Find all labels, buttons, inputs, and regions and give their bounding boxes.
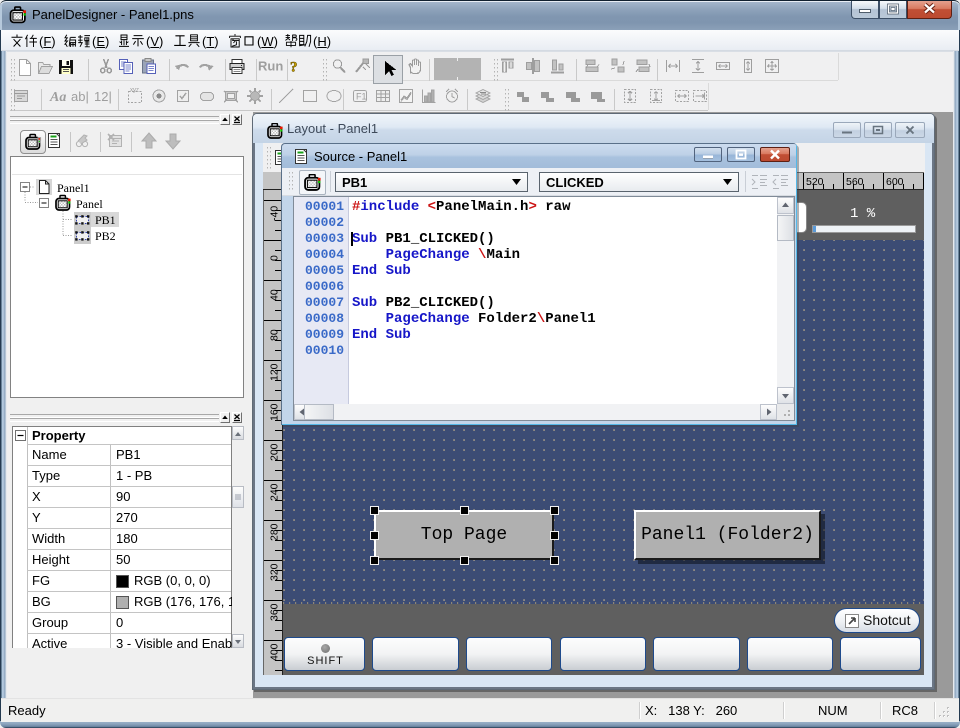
svg-text:-40: -40 bbox=[269, 206, 281, 221]
svg-text:Run: Run bbox=[258, 59, 283, 74]
svg-text:Aa: Aa bbox=[49, 90, 66, 105]
svg-text:600: 600 bbox=[886, 176, 904, 188]
svg-text:120: 120 bbox=[269, 363, 281, 381]
svg-text:0: 0 bbox=[269, 255, 281, 261]
svg-text:200: 200 bbox=[269, 443, 281, 461]
svg-text:xyz: xyz bbox=[130, 88, 139, 94]
svg-text:520: 520 bbox=[806, 176, 824, 188]
svg-text:400: 400 bbox=[269, 643, 281, 661]
svg-text:40: 40 bbox=[269, 289, 281, 301]
svg-text:560: 560 bbox=[846, 176, 864, 188]
svg-text:160: 160 bbox=[269, 403, 281, 421]
svg-text:240: 240 bbox=[269, 483, 281, 501]
svg-text:320: 320 bbox=[269, 563, 281, 581]
svg-text:80: 80 bbox=[269, 329, 281, 341]
svg-text:12|: 12| bbox=[94, 89, 112, 104]
svg-text:ab|: ab| bbox=[71, 89, 89, 104]
svg-text:F1: F1 bbox=[356, 92, 367, 102]
svg-text:?: ? bbox=[290, 60, 298, 76]
svg-text:280: 280 bbox=[269, 523, 281, 541]
svg-text:360: 360 bbox=[269, 603, 281, 621]
